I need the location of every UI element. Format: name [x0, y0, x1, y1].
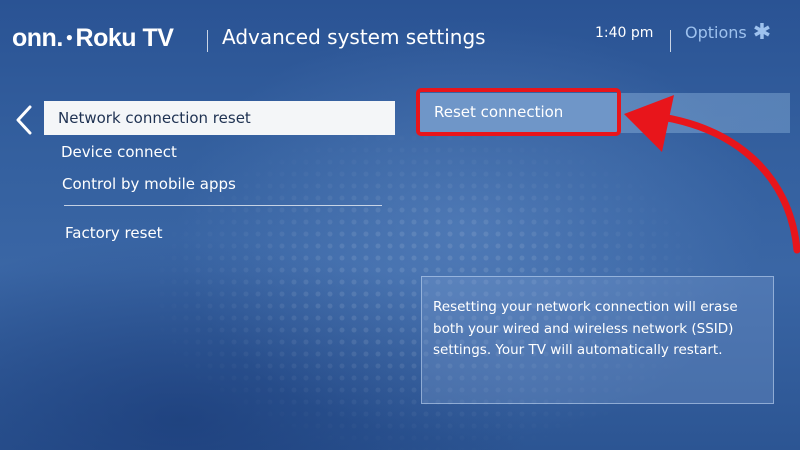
clock: 1:40 pm	[595, 25, 654, 41]
brand-roku-tv: Roku TV	[75, 24, 174, 52]
description-text: Resetting your network connection will e…	[433, 299, 738, 358]
onn-roku-tv-logo: onn. ● Roku TV	[12, 24, 174, 53]
options-button[interactable]: Options ✱	[685, 20, 772, 46]
header-divider-right	[670, 30, 671, 52]
brand-separator-dot: ●	[65, 30, 73, 45]
page-title: Advanced system settings	[222, 25, 486, 49]
header-divider	[207, 30, 208, 52]
menu-item-factory-reset[interactable]: Factory reset	[65, 224, 163, 242]
header-bar: onn. ● Roku TV Advanced system settings 1:…	[0, 0, 800, 78]
chevron-left-icon	[16, 105, 32, 135]
menu-item-network-connection-reset[interactable]: Network connection reset	[44, 101, 395, 135]
annotation-highlight-box	[416, 88, 621, 136]
menu-divider	[64, 205, 382, 206]
menu-item-device-connect[interactable]: Device connect	[61, 143, 177, 161]
description-panel: Resetting your network connection will e…	[421, 276, 774, 404]
options-label: Options	[685, 23, 747, 42]
asterisk-icon: ✱	[752, 20, 772, 45]
brand-onn: onn.	[12, 24, 63, 52]
back-button[interactable]	[13, 104, 35, 136]
menu-item-control-by-mobile-apps[interactable]: Control by mobile apps	[62, 175, 236, 193]
